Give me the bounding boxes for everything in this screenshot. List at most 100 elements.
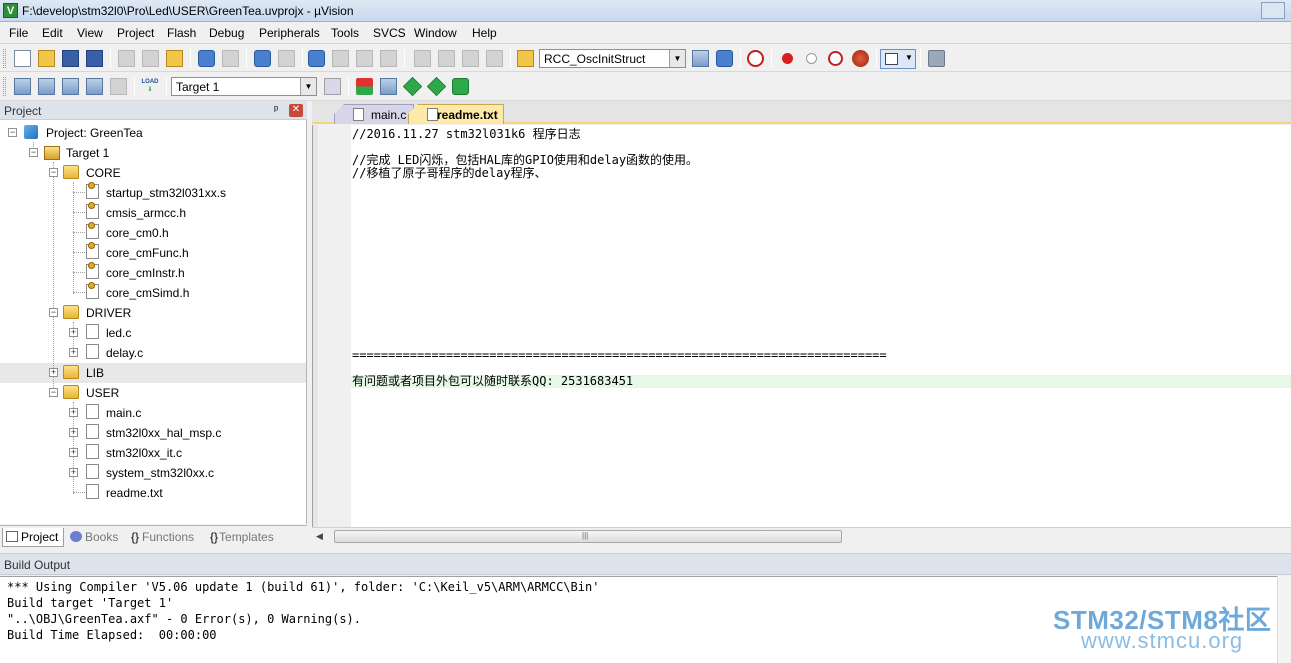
expand-icon[interactable]: + — [49, 368, 58, 377]
tree-group-core[interactable]: − CORE — [0, 162, 306, 182]
collapse-icon[interactable]: − — [49, 168, 58, 177]
menu-flash[interactable]: Flash — [167, 26, 196, 40]
tab-books[interactable]: Books — [67, 528, 125, 547]
configure-icon[interactable] — [928, 50, 945, 67]
menu-view[interactable]: View — [77, 26, 103, 40]
menu-file[interactable]: File — [9, 26, 28, 40]
tree-file[interactable]: core_cmFunc.h — [0, 242, 306, 262]
expand-icon[interactable]: + — [69, 428, 78, 437]
tree-project-root[interactable]: − Project: GreenTea — [0, 122, 306, 142]
expand-icon[interactable]: + — [69, 328, 78, 337]
find-icon[interactable] — [692, 50, 709, 67]
translate-icon[interactable] — [14, 78, 31, 95]
pin-icon[interactable]: ᵖ — [274, 104, 278, 116]
target-combo[interactable]: Target 1 ▼ — [171, 77, 317, 96]
tree-group-driver[interactable]: − DRIVER — [0, 302, 306, 322]
stop-build-icon[interactable] — [110, 78, 127, 95]
tab-functions[interactable]: {} Functions — [128, 528, 204, 547]
tree-file[interactable]: core_cm0.h — [0, 222, 306, 242]
component-icon[interactable] — [452, 78, 469, 95]
tree-file[interactable]: + delay.c — [0, 342, 306, 362]
expand-icon[interactable]: + — [69, 348, 78, 357]
rebuild-icon[interactable] — [62, 78, 79, 95]
chevron-down-icon[interactable]: ▼ — [669, 50, 685, 67]
scrollbar-thumb[interactable]: ||| — [334, 530, 842, 543]
tree-file[interactable]: cmsis_armcc.h — [0, 202, 306, 222]
new-file-icon[interactable] — [14, 50, 31, 67]
paste-icon[interactable] — [166, 50, 183, 67]
tree-file[interactable]: readme.txt — [0, 482, 306, 502]
tree-group-user[interactable]: − USER — [0, 382, 306, 402]
undo-icon[interactable] — [198, 50, 215, 67]
select-packs-icon[interactable] — [380, 78, 397, 95]
save-all-icon[interactable] — [86, 50, 103, 67]
tree-file[interactable]: core_cmSimd.h — [0, 282, 306, 302]
window-layout-button[interactable]: ▼ — [880, 49, 916, 69]
expand-icon[interactable]: + — [69, 468, 78, 477]
expand-icon[interactable]: + — [69, 408, 78, 417]
tree-group-lib[interactable]: + LIB — [0, 362, 306, 382]
disable-breakpoint-icon[interactable] — [806, 53, 817, 64]
manage-rte-icon[interactable] — [402, 76, 423, 97]
tree-file[interactable]: + stm32l0xx_it.c — [0, 442, 306, 462]
selection-margin[interactable] — [313, 125, 318, 527]
window-close-button[interactable] — [1261, 2, 1285, 19]
menu-tools[interactable]: Tools — [331, 26, 359, 40]
clear-bookmarks-icon[interactable] — [380, 50, 397, 67]
breakpoint-icon[interactable] — [782, 53, 793, 64]
menu-svcs[interactable]: SVCS — [373, 26, 406, 40]
comment-icon[interactable] — [462, 50, 479, 67]
line-gutter[interactable] — [313, 125, 351, 527]
kill-all-breakpoints-icon[interactable] — [852, 50, 869, 67]
pack-installer-icon[interactable] — [426, 76, 447, 97]
toolbar-grip[interactable] — [3, 49, 6, 68]
load-icon[interactable]: LOAD ⇓ — [141, 78, 159, 95]
find-combo[interactable]: RCC_OscInitStruct ▼ — [539, 49, 686, 68]
open-file-icon[interactable] — [38, 50, 55, 67]
editor-horizontal-scrollbar[interactable]: ◀ ||| — [312, 527, 1291, 545]
disable-all-breakpoints-icon[interactable] — [828, 51, 843, 66]
debug-session-icon[interactable] — [747, 50, 764, 67]
cut-icon[interactable] — [118, 50, 135, 67]
prev-bookmark-icon[interactable] — [332, 50, 349, 67]
manage-project-items-icon[interactable] — [356, 78, 373, 95]
tree-file[interactable]: + led.c — [0, 322, 306, 342]
menu-project[interactable]: Project — [117, 26, 154, 40]
menu-edit[interactable]: Edit — [42, 26, 63, 40]
bookmark-icon[interactable] — [308, 50, 325, 67]
find-in-files-icon[interactable] — [517, 50, 534, 67]
redo-icon[interactable] — [222, 50, 239, 67]
collapse-icon[interactable]: − — [49, 388, 58, 397]
tab-readme-txt[interactable]: readme.txt — [408, 104, 504, 124]
tab-templates[interactable]: {}Templates — [207, 528, 287, 547]
indent-icon[interactable] — [414, 50, 431, 67]
menu-peripherals[interactable]: Peripherals — [259, 26, 320, 40]
code-editor[interactable]: //2016.11.27 stm32l031k6 程序日志 //完成 LED闪烁… — [312, 125, 1291, 527]
tree-file[interactable]: core_cmInstr.h — [0, 262, 306, 282]
tab-project[interactable]: Project — [2, 528, 64, 547]
tree-target[interactable]: − Target 1 — [0, 142, 306, 162]
copy-icon[interactable] — [142, 50, 159, 67]
collapse-icon[interactable]: − — [8, 128, 17, 137]
unindent-icon[interactable] — [438, 50, 455, 67]
expand-icon[interactable]: + — [69, 448, 78, 457]
next-bookmark-icon[interactable] — [356, 50, 373, 67]
collapse-icon[interactable]: − — [49, 308, 58, 317]
tree-file[interactable]: + stm32l0xx_hal_msp.c — [0, 422, 306, 442]
uncomment-icon[interactable] — [486, 50, 503, 67]
toolbar-grip[interactable] — [3, 77, 6, 96]
batch-build-icon[interactable] — [86, 78, 103, 95]
collapse-icon[interactable]: − — [29, 148, 38, 157]
tree-file[interactable]: + main.c — [0, 402, 306, 422]
navigate-back-icon[interactable] — [254, 50, 271, 67]
menu-debug[interactable]: Debug — [209, 26, 244, 40]
close-panel-button[interactable]: ✕ — [289, 104, 303, 117]
build-icon[interactable] — [38, 78, 55, 95]
navigate-forward-icon[interactable] — [278, 50, 295, 67]
tree-file[interactable]: + system_stm32l0xx.c — [0, 462, 306, 482]
menu-window[interactable]: Window — [414, 26, 457, 40]
menu-help[interactable]: Help — [472, 26, 497, 40]
save-icon[interactable] — [62, 50, 79, 67]
target-options-icon[interactable] — [324, 78, 341, 95]
tab-main-c[interactable]: main.c — [334, 104, 414, 124]
